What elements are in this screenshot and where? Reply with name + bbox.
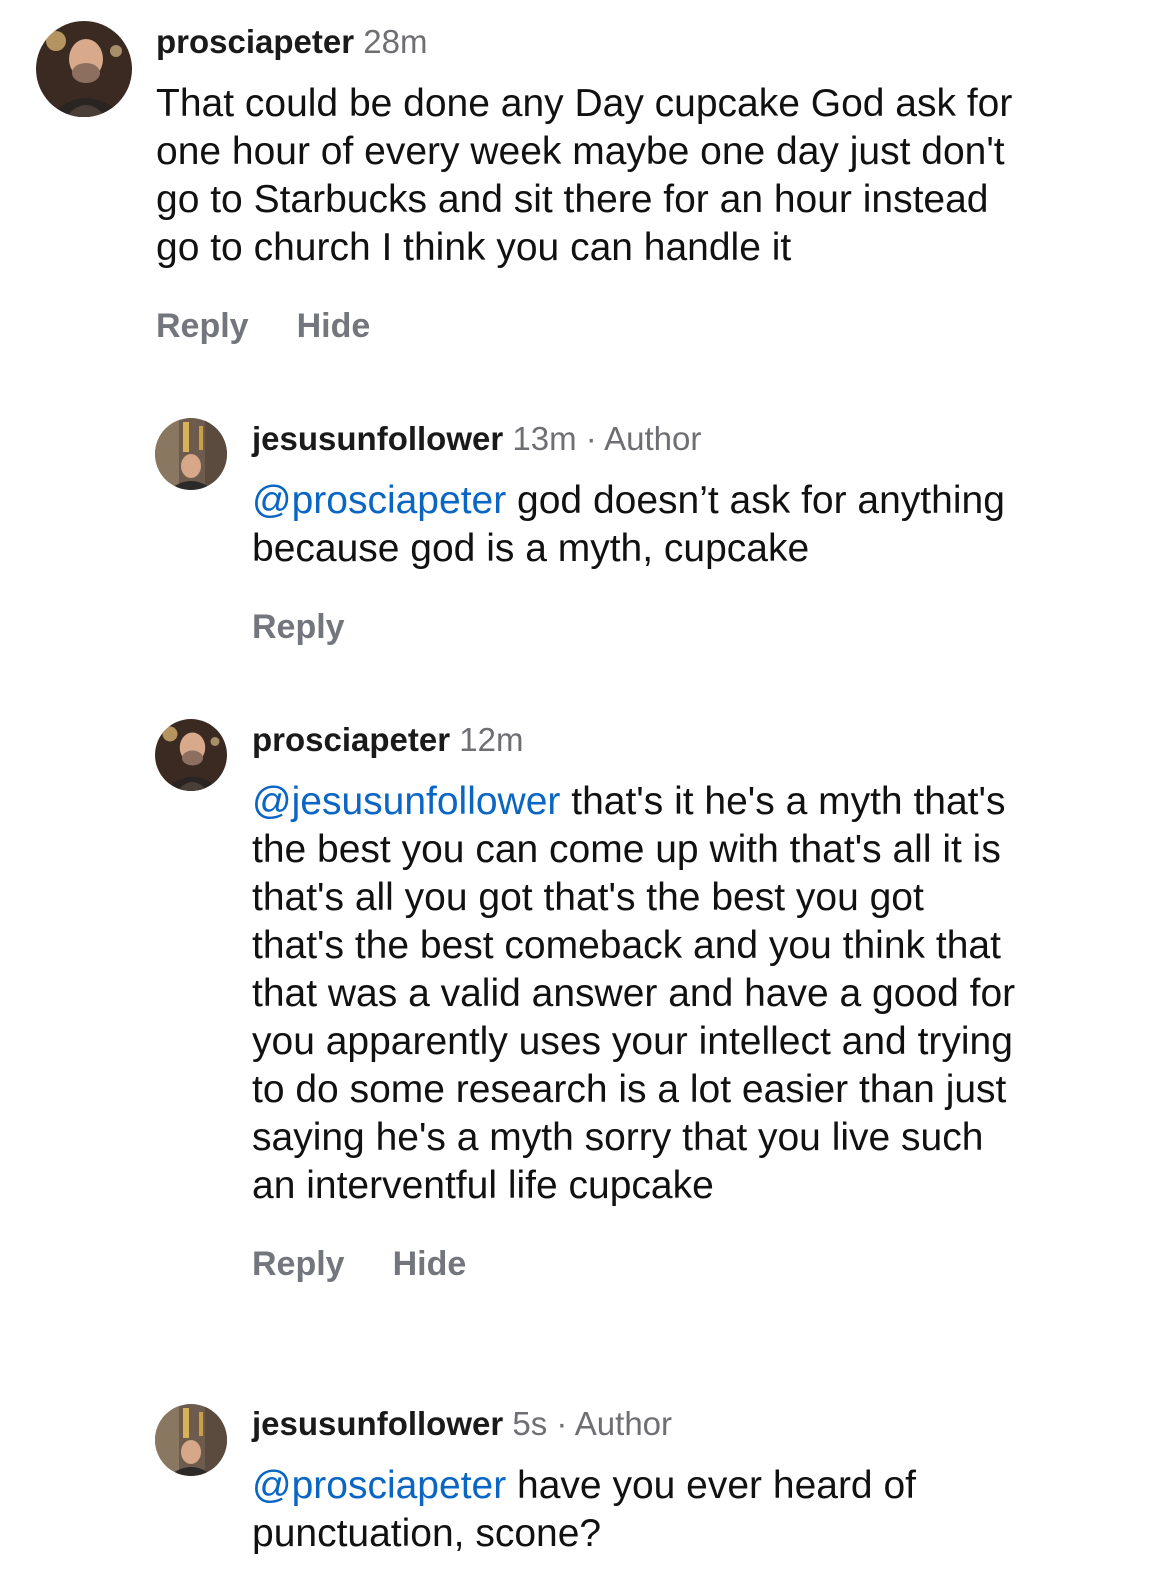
timestamp: 12m (459, 721, 524, 758)
comment-actions: Reply (252, 607, 1132, 647)
comment-text: @prosciapeter have you ever heard of pun… (252, 1462, 1132, 1558)
separator: · (556, 1405, 568, 1442)
reply-button[interactable]: Reply (252, 608, 345, 646)
mention-link[interactable]: @jesusunfollower (252, 780, 560, 823)
street-selfie-avatar-icon[interactable] (155, 1404, 227, 1476)
timestamp: 13m (512, 420, 577, 457)
comment-text: That could be done any Day cupcake God a… (156, 82, 1013, 269)
comment-body: jesusunfollower 13m · Author @prosciapet… (252, 419, 1132, 647)
street-selfie-avatar-icon[interactable] (155, 418, 227, 490)
bearded-man-avatar-icon[interactable] (155, 719, 227, 791)
mention-link[interactable]: @prosciapeter (252, 1464, 506, 1507)
timestamp: 5s (512, 1405, 548, 1442)
comment-text-content: that's it he's a myth that's the best yo… (252, 780, 1016, 1207)
comment-text: @prosciapeter god doesn’t ask for anythi… (252, 477, 1132, 573)
bearded-man-avatar-icon[interactable] (36, 21, 132, 117)
username[interactable]: prosciapeter (156, 23, 354, 60)
username[interactable]: prosciapeter (252, 721, 450, 758)
comment-actions: Reply Hide (156, 306, 1136, 346)
comment-body: jesusunfollower 5s · Author @prosciapete… (252, 1404, 1132, 1558)
comment-meta: prosciapeter 28m (156, 22, 1136, 62)
hide-button[interactable]: Hide (393, 1245, 467, 1283)
hide-button[interactable]: Hide (297, 307, 371, 345)
comment-text: @jesusunfollower that's it he's a myth t… (252, 778, 1142, 1210)
comment-meta: jesusunfollower 5s · Author (252, 1404, 1132, 1444)
author-label: Author (574, 1405, 673, 1442)
reply-button[interactable]: Reply (156, 307, 249, 345)
comment-actions: Reply Hide (252, 1244, 1142, 1284)
comment-body: prosciapeter 12m @jesusunfollower that's… (252, 720, 1142, 1284)
username[interactable]: jesusunfollower (252, 1405, 503, 1442)
username[interactable]: jesusunfollower (252, 420, 503, 457)
comment-body: prosciapeter 28m That could be done any … (156, 22, 1136, 346)
separator: · (585, 420, 597, 457)
reply-button[interactable]: Reply (252, 1245, 345, 1283)
mention-link[interactable]: @prosciapeter (252, 479, 506, 522)
comment-meta: prosciapeter 12m (252, 720, 1142, 760)
timestamp: 28m (363, 23, 428, 60)
author-label: Author (604, 420, 702, 457)
comment-meta: jesusunfollower 13m · Author (252, 419, 1132, 459)
